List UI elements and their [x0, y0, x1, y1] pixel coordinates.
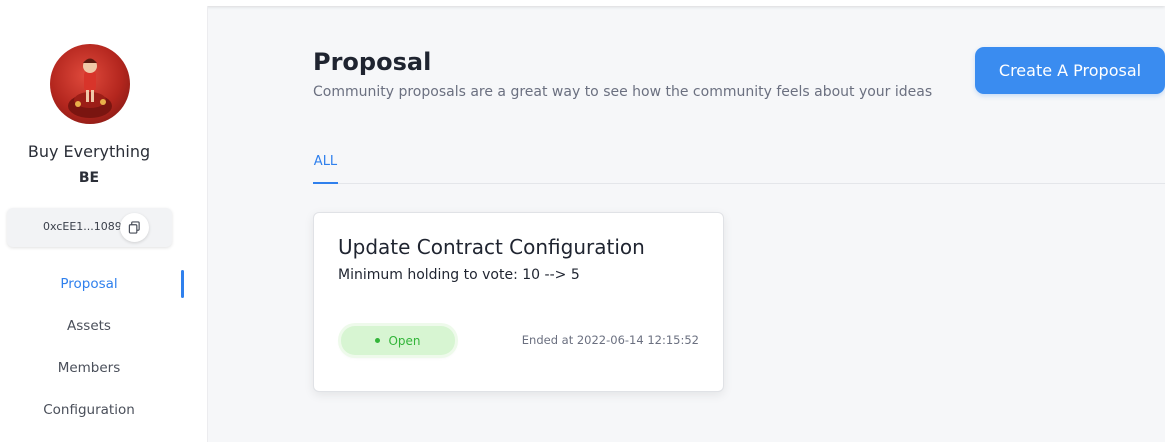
org-symbol: BE: [78, 170, 100, 186]
proposal-ended-at: Ended at 2022-06-14 12:15:52: [521, 333, 699, 347]
status-label: Open: [388, 333, 421, 348]
address-text: 0xcEE1...1089: [43, 220, 122, 233]
proposal-description: Minimum holding to vote: 10 --> 5: [338, 267, 580, 283]
tab-all[interactable]: ALL: [313, 154, 338, 184]
org-name: Buy Everything: [27, 142, 151, 161]
sidebar-item-assets[interactable]: Assets: [0, 305, 178, 347]
sidebar-item-members[interactable]: Members: [0, 347, 178, 389]
copy-address-button[interactable]: [120, 213, 149, 242]
sidebar-item-proposal[interactable]: Proposal: [0, 263, 184, 305]
proposal-card[interactable]: Update Contract Configuration Minimum ho…: [313, 212, 724, 392]
org-avatar: [50, 44, 130, 124]
page-title: Proposal: [313, 48, 432, 76]
sidebar-nav: Proposal Assets Members Configuration: [0, 263, 208, 431]
status-dot-icon: [375, 338, 381, 343]
address-box: 0xcEE1...1089: [7, 208, 172, 247]
proposal-title: Update Contract Configuration: [338, 235, 645, 259]
status-badge: Open: [341, 326, 455, 355]
copy-icon: [128, 221, 140, 234]
create-proposal-button[interactable]: Create A Proposal: [975, 47, 1165, 94]
avatar-image: [68, 58, 112, 118]
proposal-tabs: ALL: [313, 146, 1165, 184]
main-content: Proposal Community proposals are a great…: [208, 6, 1165, 442]
page-subtitle: Community proposals are a great way to s…: [313, 84, 933, 100]
sidebar: Buy Everything BE 0xcEE1...1089 Proposal…: [0, 6, 208, 442]
sidebar-item-configuration[interactable]: Configuration: [0, 389, 178, 431]
